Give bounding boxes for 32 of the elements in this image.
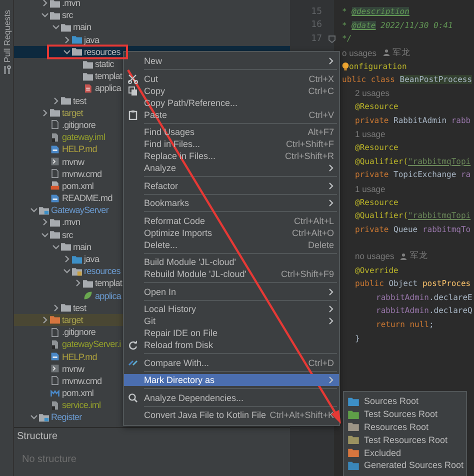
shortcut-text: Ctrl+V xyxy=(308,110,334,120)
shortcut-text: Ctrl+Shift+R xyxy=(284,151,334,161)
code-line: * @date 2022/11/30 0:41 xyxy=(342,20,453,30)
code-line: ublic class BeanPostProcess xyxy=(342,75,472,84)
shortcut-text: Ctrl+D xyxy=(308,358,334,368)
code-line: private Queue rabbitmqTo xyxy=(355,224,471,234)
shortcut-text: Ctrl+Shift+F9 xyxy=(280,269,334,279)
shortcut-text: Ctrl+C xyxy=(308,86,334,96)
code-line: @Resource xyxy=(355,198,398,207)
shortcut-text: Ctrl+Alt+Shift+K xyxy=(270,410,334,420)
shortcut-text: Ctrl+Alt+O xyxy=(292,228,334,238)
code-line: return null; xyxy=(376,320,434,329)
code-line: @Override xyxy=(355,266,398,275)
code-line: rabbitAdmin.declareQ xyxy=(376,306,472,316)
code-line: onfiguration xyxy=(349,62,407,71)
code-line: * @description xyxy=(342,7,410,16)
code-line: @Qualifier("rabbitmqTopi xyxy=(355,211,471,220)
shortcut-text: Alt+F7 xyxy=(308,127,334,137)
shortcut-text: Ctrl+Alt+L xyxy=(294,216,334,226)
code-line: } xyxy=(355,334,360,343)
code-line: public Object postProces xyxy=(355,279,471,288)
code-line: @Resource xyxy=(355,143,398,152)
code-line: rabbitAdmin.declareE xyxy=(376,292,472,302)
shortcut-text: Ctrl+X xyxy=(308,74,334,84)
code-line: @Qualifier("rabbitmqTopi xyxy=(355,156,471,166)
shortcut-text: Ctrl+Shift+F xyxy=(286,139,334,149)
code-line: @Resource xyxy=(355,102,398,112)
structure-panel-title: Structure xyxy=(16,430,59,442)
code-line: private TopicExchange ra xyxy=(355,170,471,180)
code-line: private RabbitAdmin rabb xyxy=(355,116,471,126)
shortcut-text: Delete xyxy=(308,240,334,250)
code-line: */ xyxy=(342,34,352,44)
